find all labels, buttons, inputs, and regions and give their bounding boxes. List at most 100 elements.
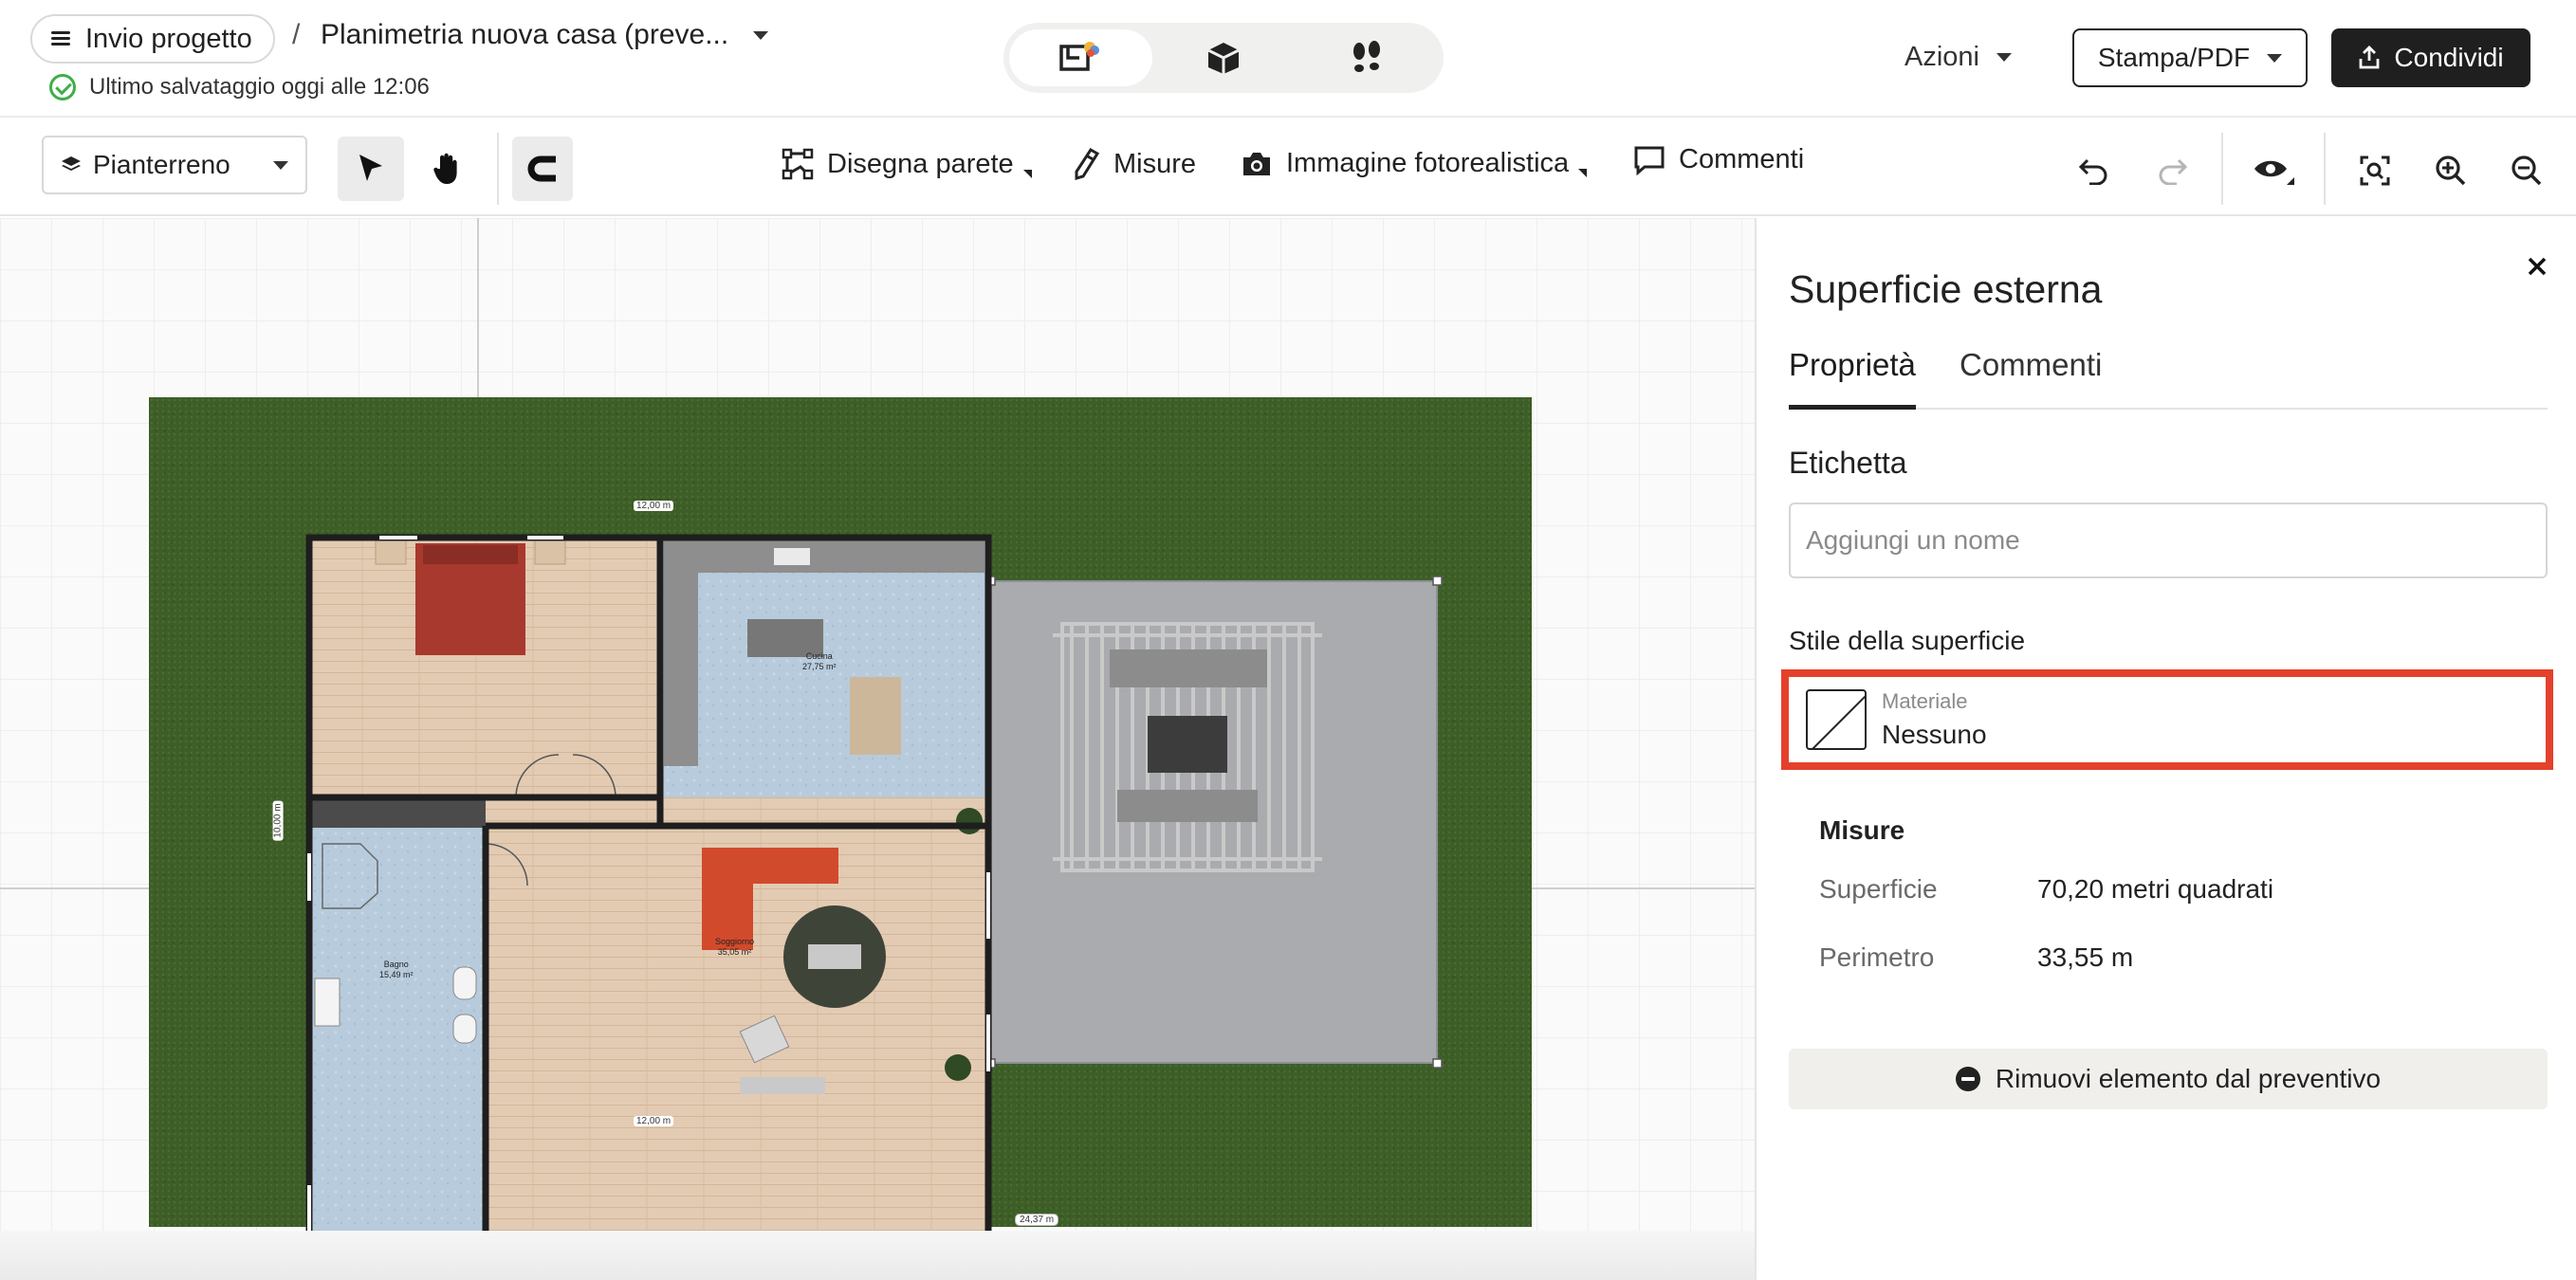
- 3d-box-icon: [1207, 43, 1240, 74]
- visibility-button[interactable]: [2248, 148, 2301, 193]
- perimeter-value: 33,55 m: [2037, 942, 2134, 972]
- undo-button[interactable]: [2071, 148, 2117, 193]
- actions-dropdown[interactable]: Azioni: [1904, 42, 2012, 73]
- zoom-out-button[interactable]: [2504, 148, 2549, 193]
- measures-tool-button[interactable]: Misure: [1072, 148, 1196, 180]
- redo-icon: [2159, 158, 2188, 185]
- view-3d-button[interactable]: [1152, 29, 1296, 86]
- menu-icon: [51, 31, 70, 46]
- terrace-table: [1148, 716, 1227, 773]
- view-walkthrough-button[interactable]: [1295, 29, 1438, 86]
- properties-panel: Superficie esterna Proprietà Commenti Et…: [1755, 218, 2576, 1280]
- pan-tool-button[interactable]: [414, 137, 480, 201]
- draw-wall-button[interactable]: Disegna parete: [782, 148, 1032, 180]
- material-value: Nessuno: [1882, 720, 1987, 749]
- perimeter-key: Perimetro: [1819, 942, 1935, 972]
- kitchen-counter-side: [664, 539, 698, 766]
- chevron-down-icon: [273, 160, 288, 170]
- draw-wall-label: Disegna parete: [827, 148, 1014, 179]
- comments-tool-label: Commenti: [1679, 144, 1805, 174]
- select-tool-button[interactable]: [338, 137, 404, 201]
- draw-wall-polyline-icon: [782, 148, 814, 180]
- print-pdf-label: Stampa/PDF: [2097, 43, 2251, 72]
- toilet: [452, 966, 477, 1000]
- bathroom-sink: [314, 978, 340, 1027]
- nightstand: [534, 539, 566, 565]
- submenu-corner-icon: [1022, 169, 1032, 178]
- floor-plan-canvas[interactable]: 12,00 m 12,00 m 10,00 m 24,37 m Cucina 2…: [0, 218, 1755, 1280]
- kitchen-sink: [774, 548, 810, 565]
- zoom-in-button[interactable]: [2428, 148, 2474, 193]
- measures-section: Misure Superficie 70,20 metri quadrati P…: [1819, 815, 2540, 972]
- top-bar: Invio progetto / Planimetria nuova casa …: [0, 0, 2576, 118]
- room-name: Soggiorno: [715, 937, 755, 946]
- panel-tabs: Proprietà Commenti: [1789, 347, 2548, 410]
- cursor-arrow-icon: [359, 155, 382, 181]
- close-icon[interactable]: [2523, 252, 2551, 281]
- photo-render-label: Immagine fotorealistica: [1286, 148, 1570, 178]
- project-menu-button[interactable]: Invio progetto: [30, 14, 275, 64]
- camera-icon: [1243, 152, 1270, 175]
- layers-icon: [62, 156, 81, 171]
- photo-render-button[interactable]: Immagine fotorealistica: [1241, 148, 1588, 179]
- room-area: 15,49 m²: [379, 970, 414, 979]
- bidet: [452, 1014, 477, 1044]
- print-pdf-button[interactable]: Stampa/PDF: [2072, 28, 2308, 87]
- submenu-corner-icon: [1578, 169, 1588, 177]
- view-2d-button[interactable]: [1009, 29, 1152, 86]
- project-title-dropdown[interactable]: Planimetria nuova casa (preve...: [321, 19, 769, 51]
- surface-style-heading: Stile della superficie: [1789, 626, 2026, 655]
- no-material-swatch-icon: [1806, 689, 1867, 750]
- share-button[interactable]: Condividi: [2331, 28, 2530, 87]
- room-label-bathroom: Bagno 15,49 m²: [379, 960, 414, 980]
- 2d-plan-icon: [1059, 42, 1100, 71]
- tab-comments[interactable]: Commenti: [1960, 347, 2102, 410]
- redo-button[interactable]: [2149, 148, 2195, 193]
- room-area: 35,05 m²: [717, 947, 752, 957]
- room-name: Cucina: [805, 651, 833, 661]
- panel-title: Superficie esterna: [1789, 267, 2103, 311]
- canvas-bottom-strip: [0, 1231, 1755, 1280]
- zoom-fit-button[interactable]: [2352, 148, 2398, 193]
- chevron-down-icon: [1996, 53, 2012, 62]
- chevron-down-icon: [2267, 53, 2283, 63]
- comments-tool-button[interactable]: Commenti: [1633, 144, 1804, 175]
- material-selector[interactable]: Materiale Nessuno: [1781, 669, 2553, 770]
- coffee-table: [808, 944, 861, 969]
- room-label-living: Soggiorno 35,05 m²: [715, 937, 754, 958]
- label-section-heading: Etichetta: [1789, 446, 1907, 480]
- breadcrumb-separator: /: [292, 19, 301, 50]
- magnet-icon: [527, 155, 556, 182]
- view-mode-switcher: [1003, 23, 1444, 93]
- dimension-bottom: 12,00 m: [634, 1116, 674, 1126]
- area-value: 70,20 metri quadrati: [2037, 874, 2274, 904]
- snap-magnet-button[interactable]: [512, 137, 573, 201]
- tab-properties[interactable]: Proprietà: [1789, 347, 1916, 410]
- material-text: Materiale Nessuno: [1882, 689, 1987, 750]
- room-label-kitchen: Cucina 27,75 m²: [802, 651, 837, 672]
- remove-from-quote-button[interactable]: Rimuovi elemento dal preventivo: [1789, 1049, 2548, 1109]
- dimension-left: 10,00 m: [272, 800, 284, 841]
- nightstand: [375, 539, 407, 565]
- save-status-text: Ultimo salvataggio oggi alle 12:06: [89, 74, 430, 100]
- comment-bubble-icon: [1634, 146, 1665, 175]
- kitchen-floor[interactable]: [660, 538, 988, 826]
- check-circle-icon: [49, 74, 76, 101]
- hand-icon: [433, 153, 457, 184]
- toolbar-divider: [2221, 133, 2223, 205]
- dimension-site: 24,37 m: [1015, 1214, 1059, 1226]
- measures-label: Misure: [1113, 148, 1197, 179]
- save-status: Ultimo salvataggio oggi alle 12:06: [49, 74, 430, 101]
- toolbar-divider: [497, 133, 499, 205]
- corridor-floor: [309, 797, 486, 828]
- label-name-input[interactable]: [1789, 503, 2548, 578]
- chevron-down-icon: [753, 30, 769, 40]
- plant: [956, 808, 983, 834]
- room-name: Bagno: [383, 960, 409, 969]
- terrace-sofa: [1110, 649, 1267, 687]
- zoom-in-icon: [2436, 155, 2466, 186]
- zoom-fit-icon: [2360, 155, 2390, 186]
- project-title: Planimetria nuova casa (preve...: [321, 19, 729, 50]
- dining-table: [850, 677, 901, 755]
- floor-selector[interactable]: Pianterreno: [42, 136, 307, 194]
